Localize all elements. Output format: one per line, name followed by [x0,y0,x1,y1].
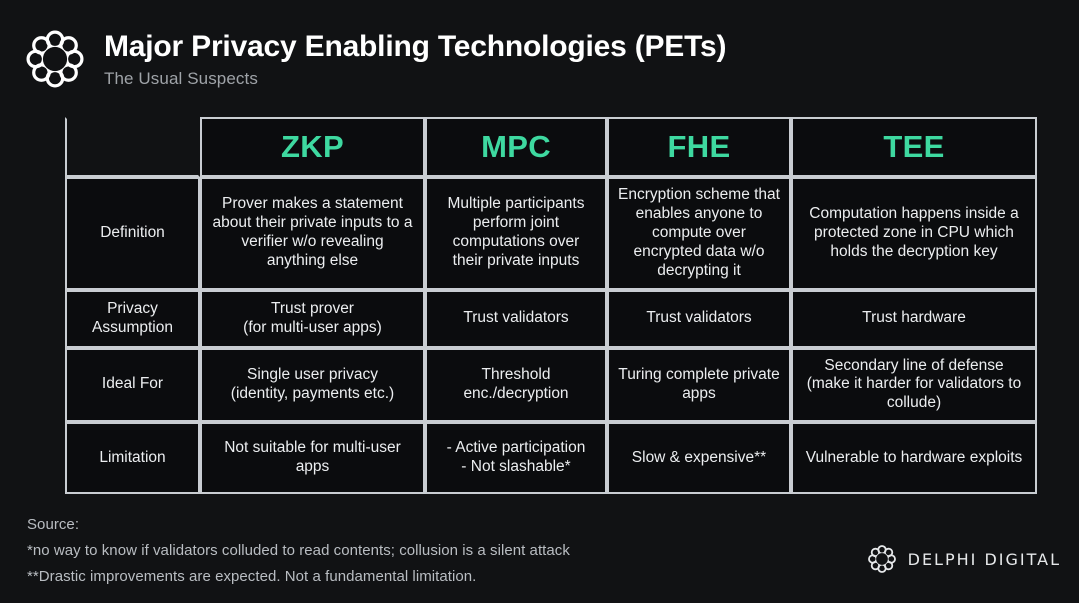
table-header-row: ZKP MPC FHE TEE [65,117,1037,177]
delphi-ring-logo-icon [24,28,86,90]
row-label-definition: Definition [65,177,200,290]
pets-comparison-table: ZKP MPC FHE TEE Definition Prover makes … [65,117,1037,495]
table-row-ideal-for: Ideal For Single user privacy (identity, … [65,347,1037,423]
cell-privacy-assumption-mpc: Trust validators [425,289,607,348]
cell-ideal-for-fhe: Turing complete private apps [607,347,791,423]
slide-canvas: Major Privacy Enabling Technologies (PET… [0,0,1079,603]
slide-header: Major Privacy Enabling Technologies (PET… [24,26,726,90]
cell-ideal-for-mpc: Threshold enc./decryption [425,347,607,423]
table-corner-cell [65,117,200,177]
cell-limitation-zkp: Not suitable for multi-user apps [200,422,425,495]
title-block: Major Privacy Enabling Technologies (PET… [104,26,726,88]
page-title: Major Privacy Enabling Technologies (PET… [104,30,727,63]
page-subtitle: The Usual Suspects [104,68,258,88]
footnote-double-asterisk: **Drastic improvements are expected. Not… [27,567,477,585]
cell-limitation-tee: Vulnerable to hardware exploits [791,422,1037,495]
brand-name: DELPHI DIGITAL [907,549,1061,569]
cell-definition-tee: Computation happens inside a protected z… [791,177,1037,290]
column-header-fhe: FHE [607,117,791,177]
table-row-privacy-assumption: Privacy Assumption Trust prover (for mult… [65,289,1037,348]
cell-limitation-mpc: - Active participation - Not slashable* [425,422,607,495]
column-header-mpc: MPC [425,117,607,177]
table-row-limitation: Limitation Not suitable for multi-user a… [65,422,1037,495]
cell-privacy-assumption-tee: Trust hardware [791,289,1037,348]
footnotes-block: Source: *no way to know if validators co… [27,512,570,589]
row-label-ideal-for: Ideal For [65,347,200,423]
cell-privacy-assumption-zkp: Trust prover (for multi-user apps) [200,289,425,348]
cell-ideal-for-zkp: Single user privacy (identity, payments e… [200,347,425,423]
footnote-single-asterisk: *no way to know if validators colluded t… [27,541,570,559]
delphi-ring-logo-icon [867,544,897,574]
cell-definition-zkp: Prover makes a statement about their pri… [200,177,425,290]
column-header-zkp: ZKP [200,117,425,177]
cell-limitation-fhe: Slow & expensive** [607,422,791,495]
source-label: Source: [27,516,80,533]
cell-privacy-assumption-fhe: Trust validators [607,289,791,348]
cell-definition-fhe: Encryption scheme that enables anyone to… [607,177,791,290]
row-label-privacy-assumption: Privacy Assumption [65,289,200,348]
cell-ideal-for-tee: Secondary line of defense (make it harde… [791,347,1037,423]
column-header-tee: TEE [791,117,1037,177]
pets-comparison-table-wrapper: ZKP MPC FHE TEE Definition Prover makes … [65,117,1037,495]
table-row-definition: Definition Prover makes a statement abou… [65,177,1037,290]
row-label-limitation: Limitation [65,422,200,495]
brand-lockup: DELPHI DIGITAL [867,544,1061,574]
cell-definition-mpc: Multiple participants perform joint comp… [425,177,607,290]
